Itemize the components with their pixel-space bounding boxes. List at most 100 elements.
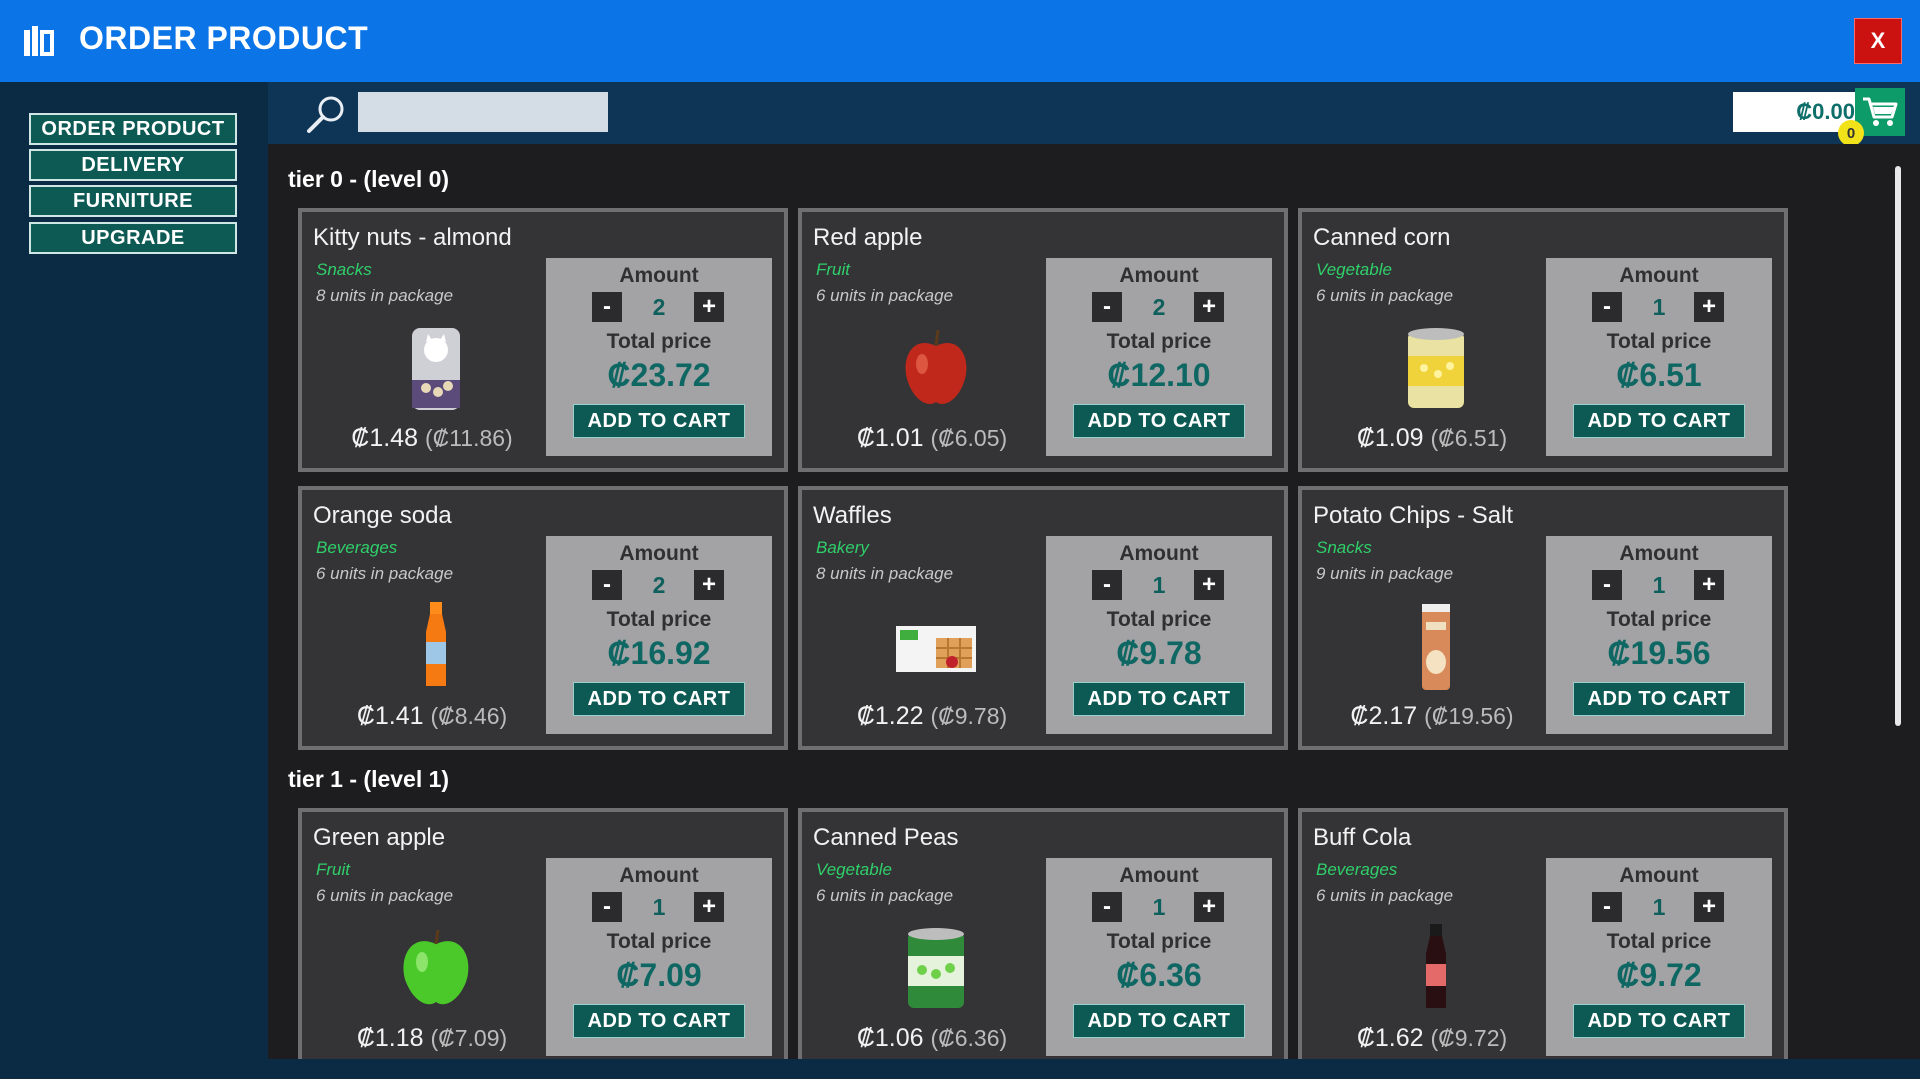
unit-price: ₡1.41 (₡8.46) (302, 702, 562, 731)
price-per-package: (₡19.56) (1424, 703, 1514, 729)
increase-amount-button[interactable]: + (1194, 292, 1224, 322)
decrease-amount-button[interactable]: - (1092, 292, 1122, 322)
increase-amount-button[interactable]: + (694, 570, 724, 600)
sidebar-item-order-product[interactable]: ORDER PRODUCT (29, 113, 237, 145)
amount-label: Amount (1119, 264, 1199, 287)
waffles-product-icon (896, 626, 976, 672)
add-to-cart-button[interactable]: ADD TO CART (573, 1004, 745, 1038)
product-category: Snacks (1316, 538, 1372, 557)
amount-value: 2 (652, 294, 666, 320)
decrease-amount-button[interactable]: - (1592, 292, 1622, 322)
tier-heading: tier 1 - (level 1) (288, 766, 450, 792)
amount-label: Amount (619, 864, 699, 887)
unit-price: ₡1.18 (₡7.09) (302, 1024, 562, 1053)
vertical-scrollbar[interactable] (1895, 166, 1901, 726)
price-per-package: (₡9.72) (1430, 1025, 1508, 1051)
price-per-unit: ₡2.17 (1350, 702, 1418, 730)
increase-amount-button[interactable]: + (1694, 570, 1724, 600)
amount-label: Amount (1119, 542, 1199, 565)
unit-price: ₡1.48 (₡11.86) (302, 424, 562, 453)
order-panel: Amount - 2 + Total price ₡16.92 ADD TO C… (546, 536, 772, 734)
increase-amount-button[interactable]: + (694, 292, 724, 322)
sidebar-item-furniture[interactable]: FURNITURE (29, 185, 237, 217)
add-to-cart-button[interactable]: ADD TO CART (1573, 404, 1745, 438)
total-price-label: Total price (1606, 330, 1712, 353)
product-units: 6 units in package (316, 564, 454, 583)
unit-price: ₡2.17 (₡19.56) (1302, 702, 1562, 731)
add-to-cart-button[interactable]: ADD TO CART (1073, 682, 1245, 716)
increase-amount-button[interactable]: + (1694, 892, 1724, 922)
product-units: 8 units in package (316, 286, 454, 305)
title-bar: ORDER PRODUCT X (0, 0, 1920, 82)
product-name: Buff Cola (1313, 824, 1412, 851)
product-name: Canned Peas (813, 824, 959, 851)
price-per-unit: ₡1.22 (856, 702, 924, 730)
unit-price: ₡1.62 (₡9.72) (1302, 1024, 1562, 1053)
order-panel: Amount - 2 + Total price ₡12.10 ADD TO C… (1046, 258, 1272, 456)
increase-amount-button[interactable]: + (1194, 892, 1224, 922)
search-icon[interactable] (304, 92, 348, 136)
green-apple-product-icon (403, 929, 469, 1005)
total-price-value: ₡9.78 (1116, 635, 1202, 671)
amount-label: Amount (1119, 864, 1199, 887)
price-per-unit: ₡1.01 (856, 424, 924, 452)
product-category: Bakery (816, 538, 869, 557)
product-name: Green apple (313, 824, 446, 851)
add-to-cart-button[interactable]: ADD TO CART (573, 404, 745, 438)
red-apple-product-icon (905, 329, 967, 404)
add-to-cart-button[interactable]: ADD TO CART (1073, 1004, 1245, 1038)
price-per-unit: ₡1.06 (856, 1024, 924, 1052)
price-per-package: (₡8.46) (430, 703, 508, 729)
product-name: Kitty nuts - almond (313, 224, 512, 251)
unit-price: ₡1.01 (₡6.05) (802, 424, 1062, 453)
decrease-amount-button[interactable]: - (592, 292, 622, 322)
amount-value: 2 (1152, 294, 1166, 320)
product-card: Red apple Fruit 6 units in package ₡1.01… (798, 208, 1288, 472)
order-panel: Amount - 1 + Total price ₡6.36 ADD TO CA… (1046, 858, 1272, 1056)
product-units: 6 units in package (316, 886, 454, 905)
total-price-value: ₡12.10 (1107, 357, 1211, 393)
search-input[interactable] (358, 92, 608, 132)
increase-amount-button[interactable]: + (1694, 292, 1724, 322)
order-panel: Amount - 1 + Total price ₡7.09 ADD TO CA… (546, 858, 772, 1056)
add-to-cart-button[interactable]: ADD TO CART (1073, 404, 1245, 438)
canned-peas-product-icon (908, 928, 964, 1008)
decrease-amount-button[interactable]: - (1092, 892, 1122, 922)
price-per-package: (₡6.51) (1430, 425, 1508, 451)
buff-cola-product-icon (1426, 924, 1446, 1008)
total-price-value: ₡23.72 (607, 357, 711, 393)
amount-value: 1 (1652, 894, 1666, 920)
amount-label: Amount (1619, 264, 1699, 287)
total-price-label: Total price (1606, 608, 1712, 631)
product-card: Orange soda Beverages 6 units in package… (298, 486, 788, 750)
add-to-cart-button[interactable]: ADD TO CART (1573, 682, 1745, 716)
total-price-label: Total price (1606, 930, 1712, 953)
add-to-cart-button[interactable]: ADD TO CART (573, 682, 745, 716)
increase-amount-button[interactable]: + (694, 892, 724, 922)
decrease-amount-button[interactable]: - (1592, 570, 1622, 600)
decrease-amount-button[interactable]: - (1092, 570, 1122, 600)
product-category: Beverages (1316, 860, 1398, 879)
product-card: Canned Peas Vegetable 6 units in package… (798, 808, 1288, 1059)
total-price-value: ₡7.09 (616, 957, 702, 993)
add-to-cart-button[interactable]: ADD TO CART (1573, 1004, 1745, 1038)
product-units: 8 units in package (816, 564, 954, 583)
product-category: Vegetable (816, 860, 892, 879)
sidebar-item-upgrade[interactable]: UPGRADE (29, 222, 237, 254)
product-name: Canned corn (1313, 224, 1451, 251)
cart-icon (1863, 97, 1898, 126)
sidebar-item-delivery[interactable]: DELIVERY (29, 149, 237, 181)
decrease-amount-button[interactable]: - (1592, 892, 1622, 922)
unit-price: ₡1.09 (₡6.51) (1302, 424, 1562, 453)
product-category: Fruit (816, 260, 850, 279)
price-per-package: (₡6.05) (930, 425, 1008, 451)
tier-heading: tier 0 - (level 0) (288, 166, 450, 192)
close-button[interactable]: X (1854, 18, 1902, 64)
decrease-amount-button[interactable]: - (592, 570, 622, 600)
total-price-label: Total price (1106, 608, 1212, 631)
kitty-nuts-product-icon (412, 328, 460, 410)
decrease-amount-button[interactable]: - (592, 892, 622, 922)
amount-value: 1 (1152, 572, 1166, 598)
increase-amount-button[interactable]: + (1194, 570, 1224, 600)
order-panel: Amount - 1 + Total price ₡9.78 ADD TO CA… (1046, 536, 1272, 734)
